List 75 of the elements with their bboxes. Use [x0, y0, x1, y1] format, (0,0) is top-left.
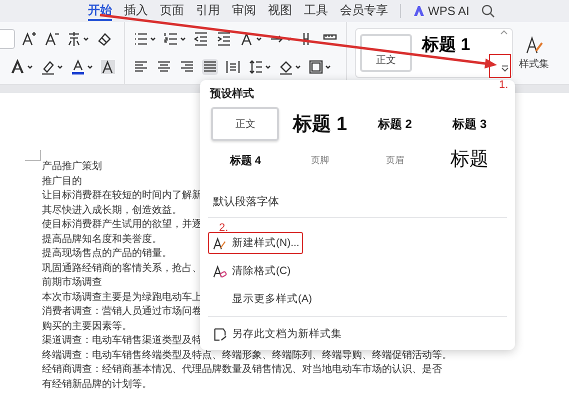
search-icon[interactable] — [481, 4, 496, 18]
bullet-list-icon[interactable] — [133, 31, 149, 47]
default-paragraph-font: 默认段落字体 — [213, 195, 280, 209]
ribbon-tab[interactable]: 视图 — [268, 1, 292, 21]
caret-icon[interactable] — [83, 36, 89, 42]
caret-icon[interactable] — [265, 64, 271, 70]
menu-item[interactable]: 另存此文档为新样式集 — [208, 323, 346, 345]
document-text: 其尽快进入成长期，创造效益。 — [42, 204, 182, 218]
scroll-up-icon[interactable] — [500, 29, 508, 37]
menu-item[interactable]: 显示更多样式(A) — [208, 288, 316, 310]
font-shrink-icon[interactable] — [43, 31, 59, 47]
ribbon-tab[interactable]: 插入 — [124, 1, 148, 21]
gallery-style[interactable]: 标题 1 — [418, 31, 474, 58]
document-text: 经销商调查：经销商基本情况、代理品牌数量及销售情况、对当地电动车市场的认识、是否 — [42, 363, 442, 377]
caret-icon[interactable] — [325, 64, 331, 70]
document-text: 推广目的 — [42, 174, 82, 188]
document-pen-icon — [212, 326, 227, 342]
caret-icon[interactable] — [150, 36, 156, 42]
eraser-icon[interactable] — [96, 31, 112, 47]
letter-pen-icon[interactable] — [524, 35, 544, 55]
ribbon-tab[interactable]: 会员专享 — [340, 1, 388, 21]
style-option[interactable]: 页脚 — [311, 154, 330, 166]
style-option[interactable]: 正文 — [211, 107, 280, 141]
caret-icon[interactable] — [180, 36, 186, 42]
increase-indent-icon[interactable] — [216, 31, 232, 47]
document-text: 有经销新品牌的计划等。 — [42, 378, 152, 392]
font-size-field[interactable] — [0, 29, 15, 49]
character-shading-icon[interactable] — [100, 59, 116, 75]
style-option[interactable]: 页眉 — [386, 154, 404, 166]
panel-title: 预设样式 — [210, 88, 255, 101]
decrease-indent-icon[interactable] — [193, 31, 209, 47]
document-text: 提高品牌知名度和美誉度。 — [42, 232, 162, 246]
style-option[interactable]: 标题 — [450, 148, 489, 172]
step-label: 1. — [499, 79, 508, 91]
document-text: 购买的主要因素等。 — [42, 320, 132, 334]
letter-a-icon — [212, 264, 227, 278]
style-option[interactable]: 标题 2 — [378, 116, 412, 132]
numbered-list-icon[interactable] — [163, 31, 179, 47]
style-set-button[interactable]: 样式集 — [517, 22, 551, 84]
wps-ai-button[interactable]: WPS AI — [413, 4, 470, 18]
document-text: 产品推广策划 — [42, 160, 102, 174]
style-option[interactable]: 标题 3 — [452, 116, 487, 132]
ribbon-tab[interactable]: 审阅 — [232, 1, 256, 21]
ai-logo-icon — [413, 5, 425, 17]
ribbon-tab[interactable]: 页面 — [160, 1, 184, 21]
gallery-style[interactable]: 正文 — [360, 34, 412, 72]
menu-item[interactable]: 清除格式(C) — [208, 260, 295, 282]
text-effect-icon[interactable] — [10, 59, 26, 75]
menu-item[interactable]: 新建样式(N)... — [208, 232, 304, 254]
margin-mark — [25, 150, 41, 161]
document-text: 巩固通路经销商的客情关系，抢占、 — [42, 262, 202, 276]
caret-icon[interactable] — [27, 64, 33, 70]
align-distributed-icon[interactable] — [225, 59, 241, 75]
shading-icon[interactable] — [278, 59, 294, 75]
highlighter-icon[interactable] — [40, 59, 56, 75]
font-grow-icon[interactable] — [20, 31, 36, 47]
letter-a-icon — [212, 236, 227, 250]
ribbon-tab[interactable]: 引用 — [196, 1, 220, 21]
caret-icon[interactable] — [57, 64, 63, 70]
document-text: 终端调查：电动车销售终端类型及特点、终端形象、终端陈列、终端导购、终端促销活动等。 — [42, 348, 452, 362]
caret-icon[interactable] — [295, 64, 301, 70]
align-justify-icon[interactable] — [202, 59, 218, 75]
font-color-icon[interactable] — [70, 59, 86, 75]
highlight-frame — [489, 54, 511, 78]
dropdown-icon[interactable] — [501, 64, 509, 72]
style-option[interactable]: 标题 1 — [293, 111, 348, 137]
caret-icon[interactable] — [87, 64, 93, 70]
document-text: 提高现场售点的产品的销量。 — [42, 247, 172, 261]
document-text: 前期市场调查 — [42, 276, 102, 290]
ribbon-tab[interactable]: 工具 — [304, 1, 328, 21]
line-spacing-icon[interactable] — [248, 59, 264, 75]
caret-icon[interactable] — [256, 36, 262, 42]
style-option[interactable]: 标题 4 — [230, 152, 261, 168]
step-label: 2. — [219, 222, 228, 234]
border-icon[interactable] — [308, 59, 324, 75]
